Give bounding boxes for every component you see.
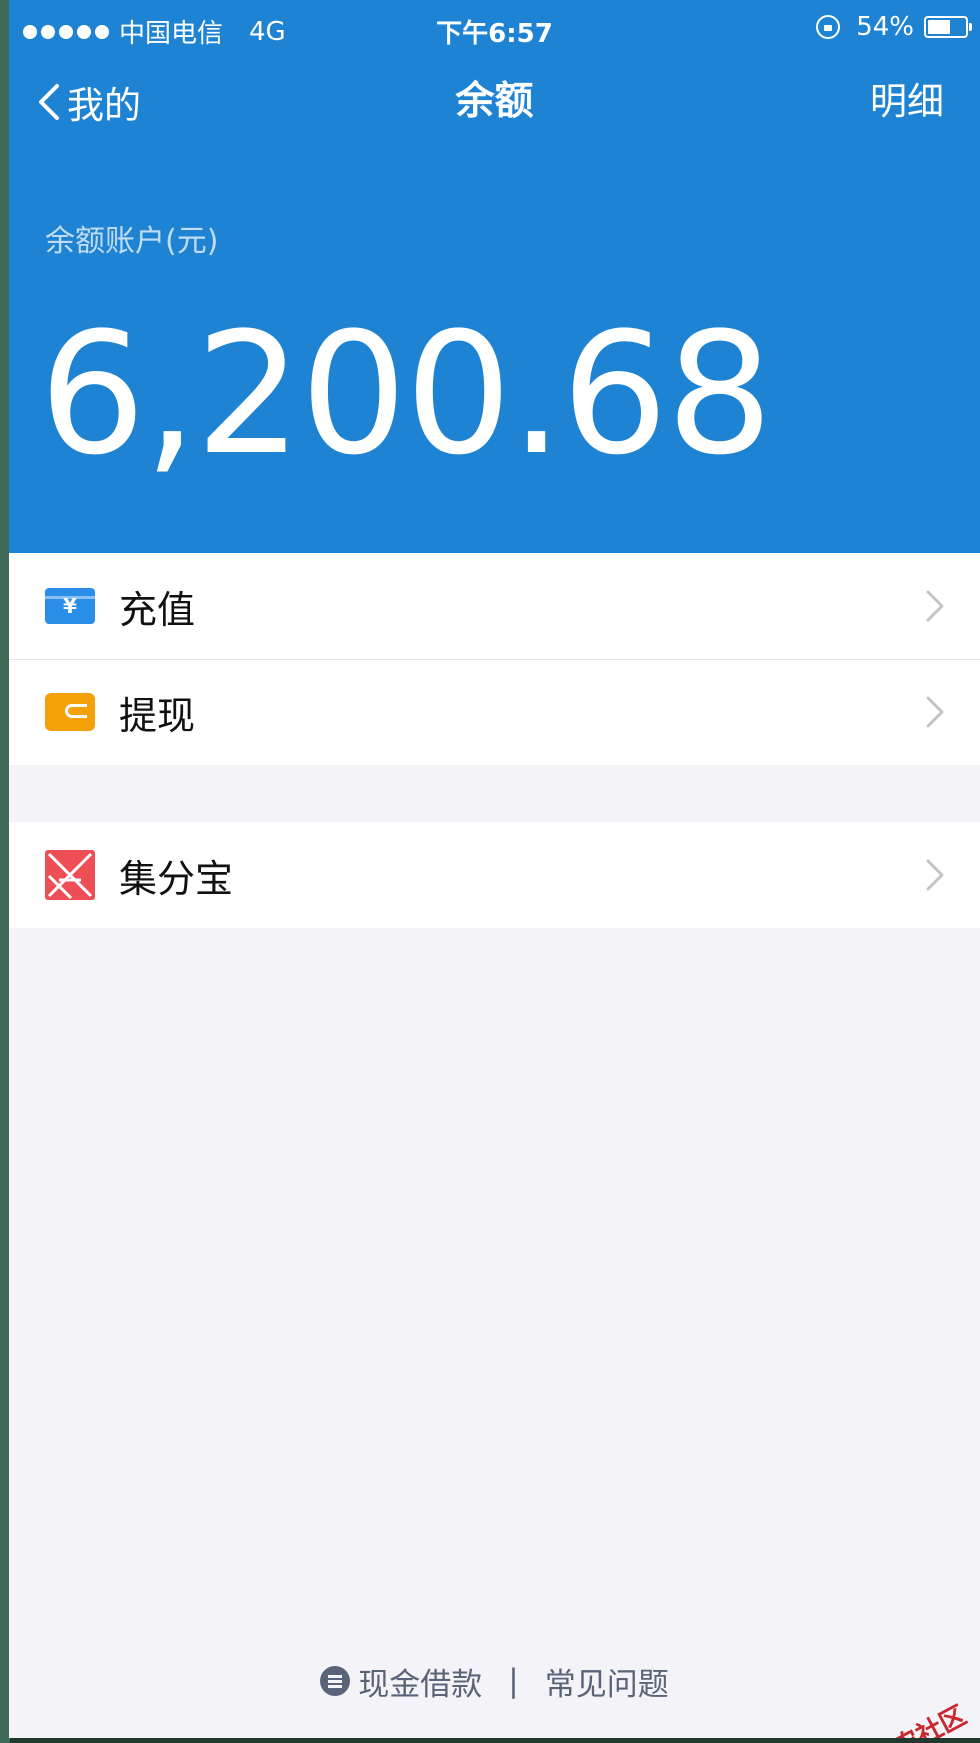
account-actions: ¥ 充值 提现 xyxy=(9,553,980,765)
battery-icon xyxy=(924,16,972,38)
status-right: 54% xyxy=(816,12,972,42)
chevron-right-icon xyxy=(926,859,944,891)
withdraw-row[interactable]: 提现 xyxy=(9,659,980,765)
battery-percentage: 54% xyxy=(856,12,914,42)
balance-header: 中国电信 4G 下午6:57 54% 我的 余额 明细 余额账户(元) 6,20… xyxy=(9,0,980,553)
cash-loan-icon xyxy=(320,1666,351,1696)
faq-label: 常见问题 xyxy=(544,1666,669,1703)
footer-links: 现金借款 | 常见问题 xyxy=(9,1656,980,1706)
cash-loan-label: 现金借款 xyxy=(358,1666,483,1703)
chevron-right-icon xyxy=(926,590,944,622)
cash-loan-link[interactable]: 现金借款 xyxy=(320,1659,482,1704)
chevron-right-icon xyxy=(926,696,944,728)
withdraw-label: 提现 xyxy=(119,693,196,738)
faq-link[interactable]: 常见问题 xyxy=(545,1659,669,1704)
detail-button[interactable]: 明细 xyxy=(870,74,944,130)
balance-label: 余额账户(元) xyxy=(45,224,219,259)
balance-amount: 6,200.68 xyxy=(39,296,773,492)
jifenbao-label: 集分宝 xyxy=(119,856,234,901)
withdraw-icon xyxy=(45,692,95,732)
rotation-lock-icon xyxy=(816,15,841,39)
status-bar: 中国电信 4G 下午6:57 54% xyxy=(9,0,980,58)
nav-bar: 我的 余额 明细 xyxy=(9,58,980,146)
footer-separator: | xyxy=(508,1663,519,1699)
recharge-row[interactable]: ¥ 充值 xyxy=(9,553,980,659)
services-group: 集分宝 xyxy=(9,822,980,928)
jifenbao-icon xyxy=(45,850,95,900)
jifenbao-row[interactable]: 集分宝 xyxy=(9,822,980,928)
page-title: 余额 xyxy=(455,79,534,124)
balance-screen: 中国电信 4G 下午6:57 54% 我的 余额 明细 余额账户(元) 6,20… xyxy=(9,0,980,1738)
recharge-label: 充值 xyxy=(119,587,196,632)
recharge-icon: ¥ xyxy=(45,586,95,626)
